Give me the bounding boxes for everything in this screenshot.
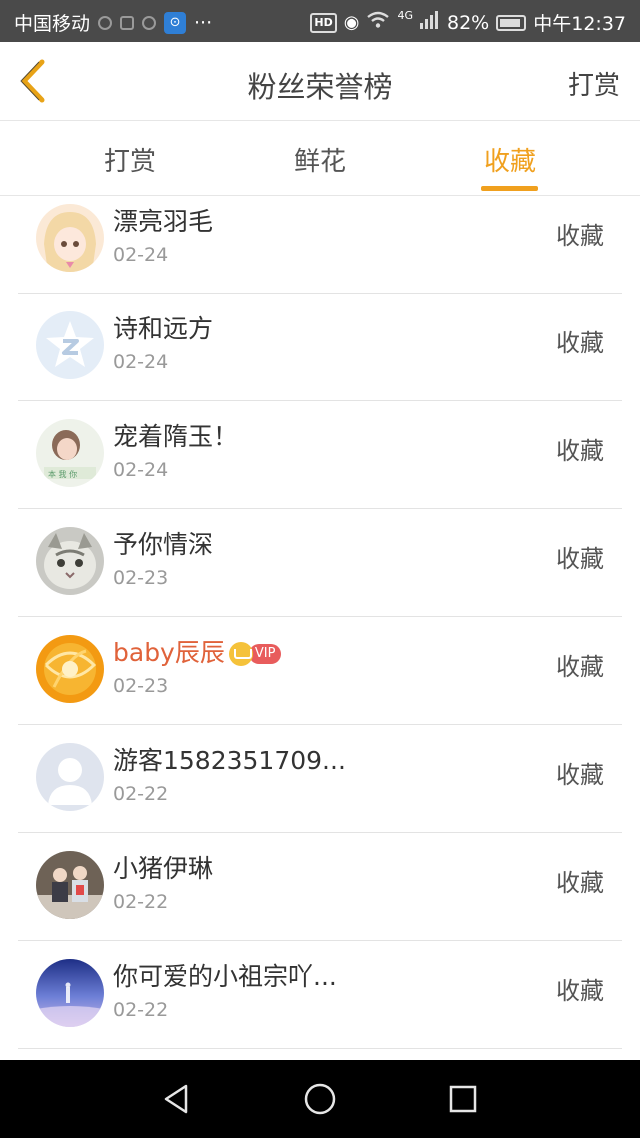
recents-nav-button[interactable] [446,1082,480,1116]
fan-name-text: baby辰辰 [113,638,225,667]
list-item[interactable]: 诗和远方 02-24 收藏 [18,293,622,401]
back-nav-button[interactable] [160,1082,194,1116]
fan-date: 02-22 [113,783,169,805]
list-item[interactable]: 予你情深 02-23 收藏 [18,509,622,617]
action-label: 收藏 [556,653,604,681]
fan-name: 你可爱的小祖宗吖... [113,962,337,991]
action-label: 收藏 [556,869,604,897]
battery-icon [496,14,527,31]
battery-percent: 82% [447,11,490,34]
home-nav-button[interactable] [303,1082,337,1116]
fan-name: 诗和远方 [113,314,214,343]
tip-button[interactable]: 打赏 [568,65,620,102]
fan-date: 02-23 [113,675,169,697]
avatar [36,527,104,595]
avatar [36,959,104,1027]
fan-name: baby辰辰 VIP [113,633,282,669]
tab-bar: 打赏 鲜花 收藏 [0,121,640,196]
crown-icon [228,642,253,666]
notification-icon [98,15,113,30]
fan-name: 予你情深 [113,530,214,559]
fan-name: 游客1582351709... [113,746,346,775]
list-item[interactable]: 游客1582351709... 02-22 收藏 [18,725,622,833]
action-label: 收藏 [556,545,604,573]
avatar [36,204,104,272]
action-label: 收藏 [556,977,604,1005]
vip-badge: VIP [248,644,282,664]
fan-date: 02-22 [113,891,169,913]
fan-date: 02-24 [113,244,169,266]
fan-date: 02-24 [113,459,169,481]
status-bar: 中国移动 ⊙ ··· HD ◉ 4G 82% 中午12:37 [0,0,640,42]
action-label: 收藏 [556,329,604,357]
notification-icon [142,15,157,30]
notification-icon [120,15,135,30]
fan-date: 02-23 [113,567,169,589]
avatar [36,743,104,811]
list-item[interactable]: 本 我 你 宠着隋玉！ 02-24 收藏 [18,401,622,509]
page-title: 粉丝荣誉榜 [247,70,393,104]
avatar [36,851,104,919]
fan-name: 宠着隋玉！ [113,422,239,451]
list-item[interactable]: baby辰辰 VIP 02-23 收藏 [18,617,622,725]
app-header: 粉丝荣誉榜 打赏 [0,42,640,121]
more-notifications-icon: ··· [194,11,213,34]
carrier-label: 中国移动 [14,13,91,35]
tab-flowers[interactable]: 鲜花 [294,141,346,178]
network-type: 4G [397,9,413,22]
wifi-icon [366,11,390,34]
signal-icon [420,11,440,34]
list-item[interactable]: 小猪伊琳 02-22 收藏 [18,833,622,941]
fan-date: 02-22 [113,999,169,1021]
list-item[interactable]: 漂亮羽毛 02-24 收藏 [18,196,622,294]
eye-icon: ◉ [343,12,360,33]
action-label: 收藏 [556,437,604,465]
tab-tips[interactable]: 打赏 [104,141,156,178]
square-recents-icon [449,1085,477,1113]
list-item[interactable]: 你可爱的小祖宗吖... 02-22 收藏 [18,941,622,1049]
hd-icon: HD [310,12,337,33]
avatar [36,311,104,379]
clock: 中午12:37 [533,13,626,35]
svg-text:本 我 你: 本 我 你 [48,469,77,479]
fan-date: 02-24 [113,351,169,373]
tab-favorites[interactable]: 收藏 [484,141,536,178]
circle-home-icon [304,1083,336,1115]
triangle-back-icon [164,1084,188,1114]
tab-active-indicator [481,186,538,191]
system-nav-bar [0,1060,640,1138]
avatar: 本 我 你 [36,419,104,487]
action-label: 收藏 [556,222,604,250]
fan-name: 小猪伊琳 [113,854,214,883]
fan-name: 漂亮羽毛 [113,207,214,236]
fan-list[interactable]: 漂亮羽毛 02-24 收藏 诗和远方 02-24 收藏 本 我 你 宠着隋玉！ … [0,196,640,1058]
action-label: 收藏 [556,761,604,789]
avatar [36,635,104,703]
app-notification-icon: ⊙ [164,11,187,34]
